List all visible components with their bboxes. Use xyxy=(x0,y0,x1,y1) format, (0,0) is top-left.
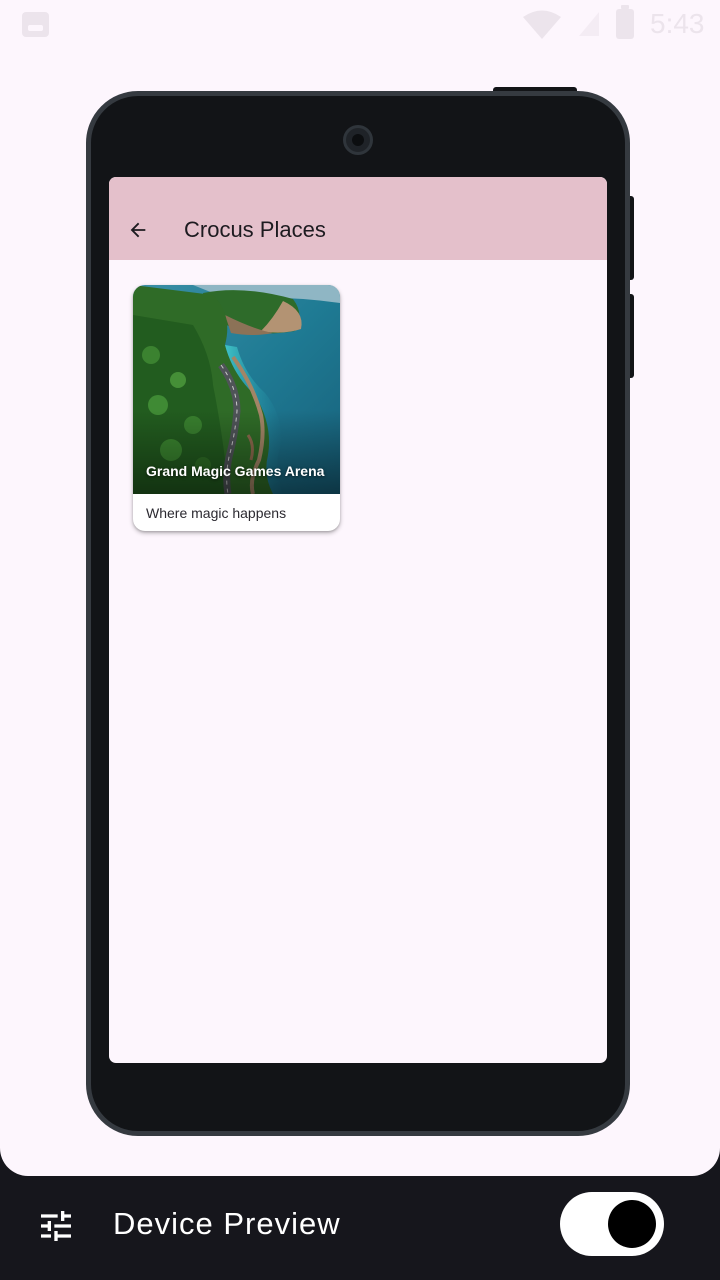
device-preview-label: Device Preview xyxy=(113,1206,341,1241)
device-screen: Crocus Places Grand Magic Games Arena Wh… xyxy=(109,177,607,1063)
device-preview-toggle[interactable] xyxy=(560,1192,664,1256)
arrow-back-icon xyxy=(130,222,146,238)
back-button[interactable] xyxy=(119,210,157,250)
wifi-icon xyxy=(523,10,561,39)
page-title: Crocus Places xyxy=(184,217,326,242)
host-screen: 5:43 Crocus Places Grand Magic Games Are… xyxy=(0,0,720,1176)
signal-icon xyxy=(579,12,599,36)
place-subtitle: Where magic happens xyxy=(146,505,287,521)
status-bar: 5:43 xyxy=(0,0,720,48)
app-bar: Crocus Places xyxy=(109,177,607,260)
place-title: Grand Magic Games Arena xyxy=(146,463,325,479)
image-icon xyxy=(22,12,49,37)
battery-icon xyxy=(616,5,634,39)
device-preview-toolbar: Device Preview xyxy=(0,1176,720,1280)
tune-icon[interactable] xyxy=(36,1206,76,1246)
toggle-knob xyxy=(608,1200,656,1248)
status-time: 5:43 xyxy=(650,8,705,39)
place-card[interactable]: Grand Magic Games Arena Where magic happ… xyxy=(133,285,340,531)
camera-icon xyxy=(343,125,373,155)
